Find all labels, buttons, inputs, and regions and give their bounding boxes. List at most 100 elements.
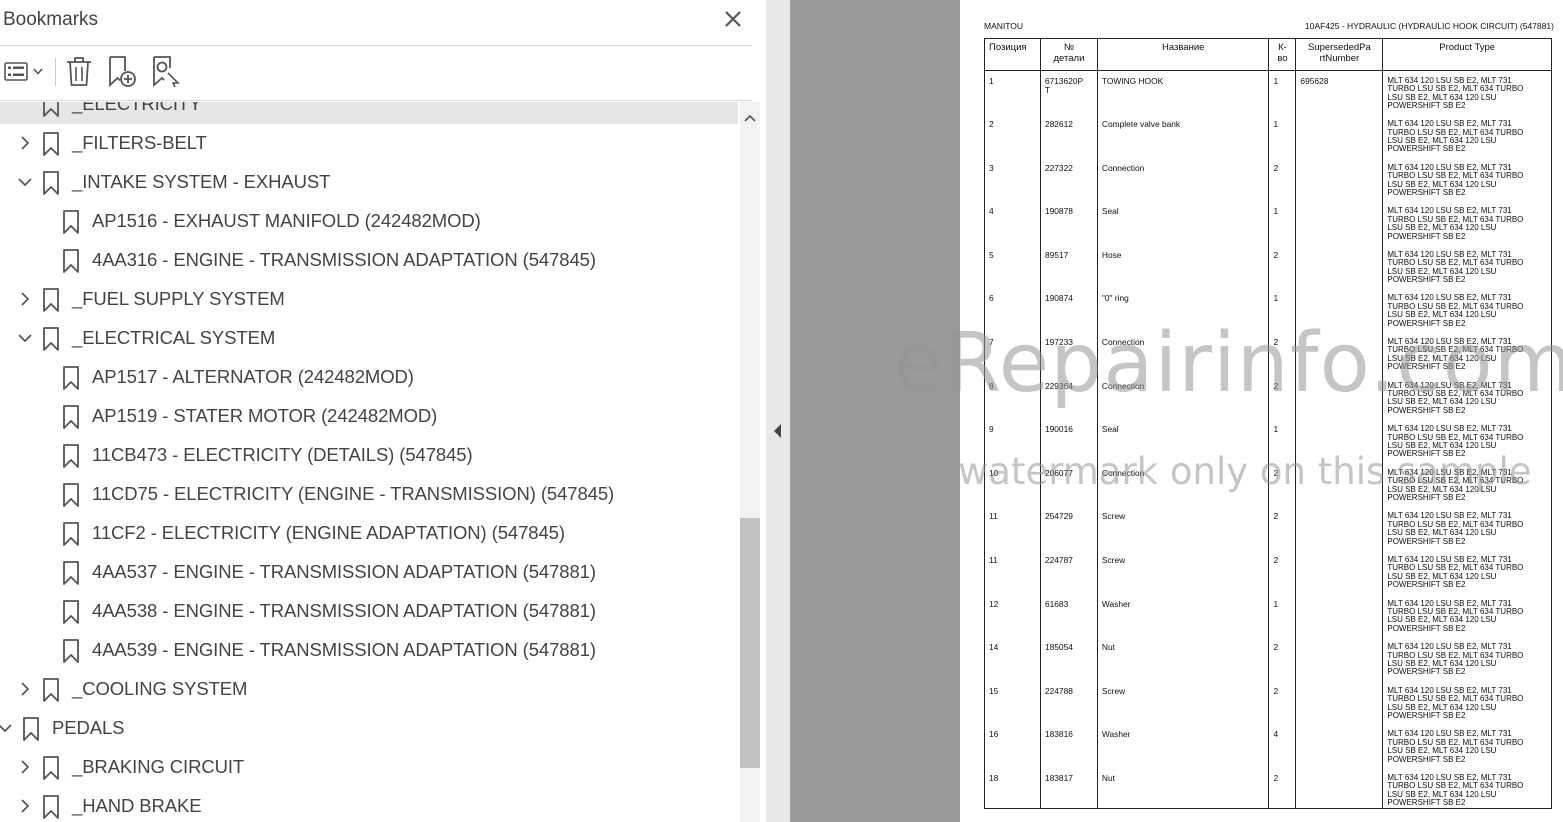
cell-superseded: 695628: [1295, 70, 1384, 115]
cell-name: Connection: [1096, 332, 1270, 376]
cell-superseded: [1295, 332, 1384, 376]
table-row: 1 6713620P T TOWING HOOK 1 695628 MLT 634 120 …: [984, 70, 1552, 115]
cell-superseded: [1295, 375, 1384, 420]
panel-splitter[interactable]: [766, 0, 790, 822]
bookmark-item[interactable]: PEDALS: [0, 709, 738, 748]
options-menu-icon[interactable]: [4, 54, 46, 88]
cell-name: Nut: [1096, 768, 1270, 809]
cell-superseded: [1295, 244, 1384, 289]
cell-superseded: [1295, 419, 1384, 463]
cell-superseded: [1295, 201, 1384, 245]
bookmark-item[interactable]: _ELECTRICAL SYSTEM: [0, 319, 738, 358]
column-header-label: К-во: [1277, 42, 1288, 64]
bookmarks-scroll-thumb[interactable]: [740, 518, 760, 768]
chevron-right-icon[interactable]: [18, 291, 32, 307]
bookmark-item[interactable]: _ELECTRICITY: [0, 102, 738, 124]
bookmark-item[interactable]: _HAND BRAKE: [0, 787, 738, 822]
page-header-title: 10AF425 - HYDRAULIC (HYDRAULIC HOOK CIRC…: [1305, 21, 1554, 31]
cell-name: Connection: [1096, 157, 1270, 202]
chevron-down-icon[interactable]: [18, 330, 32, 346]
bookmark-label: 4AA538 - ENGINE - TRANSMISSION ADAPTATIO…: [92, 600, 596, 621]
bookmark-item[interactable]: 11CB473 - ELECTRICITY (DETAILS) (547845): [0, 436, 738, 475]
bookmark-list: _ELECTRICITY _FILTERS-BELT _INTAKE SYSTEM …: [0, 102, 738, 822]
table-row: 12 61683 Washer 1 MLT 634 120 LSU SB E2, MLT…: [984, 593, 1552, 638]
bookmark-icon: [63, 600, 79, 624]
bookmarks-scrollbar[interactable]: [740, 102, 760, 822]
document-viewer[interactable]: MANITOU 10AF425 - HYDRAULIC (HYDRAULIC H…: [790, 0, 1563, 822]
cell-superseded: [1295, 550, 1384, 594]
bookmark-label: AP1517 - ALTERNATOR (242482MOD): [92, 366, 414, 387]
scroll-up-arrow-icon[interactable]: [740, 110, 760, 126]
chevron-right-icon[interactable]: [18, 759, 32, 775]
bookmark-label: 4AA537 - ENGINE - TRANSMISSION ADAPTATIO…: [92, 561, 596, 582]
bookmark-label: _BRAKING CIRCUIT: [72, 756, 245, 777]
cell-superseded: [1295, 637, 1384, 681]
bookmark-item[interactable]: 4AA316 - ENGINE - TRANSMISSION ADAPTATIO…: [0, 241, 738, 280]
cell-position: 9: [984, 419, 1041, 463]
bookmark-item[interactable]: 4AA537 - ENGINE - TRANSMISSION ADAPTATIO…: [0, 553, 738, 592]
bookmark-item[interactable]: AP1517 - ALTERNATOR (242482MOD): [0, 358, 738, 397]
cell-part-number: 227322: [1039, 157, 1098, 202]
cell-part-number: 190878: [1039, 201, 1098, 245]
cell-name: Connection: [1096, 375, 1270, 420]
cell-quantity: 2: [1268, 332, 1297, 376]
bookmark-label: PEDALS: [52, 717, 125, 738]
cell-name: Connection: [1096, 462, 1270, 507]
chevron-right-icon[interactable]: [18, 135, 32, 151]
close-icon[interactable]: [720, 6, 746, 32]
bookmark-label: _FUEL SUPPLY SYSTEM: [72, 288, 285, 309]
bookmark-item[interactable]: _FILTERS-BELT: [0, 124, 738, 163]
chevron-down-icon[interactable]: [0, 720, 12, 736]
bookmark-icon: [43, 132, 59, 156]
cell-name: Screw: [1096, 550, 1270, 594]
bookmark-item[interactable]: AP1519 - STATER MOTOR (242482MOD): [0, 397, 738, 436]
collapse-panel-arrow-icon[interactable]: [773, 423, 783, 439]
cell-quantity: 2: [1268, 462, 1297, 507]
bookmark-label: _INTAKE SYSTEM - EXHAUST: [72, 171, 331, 192]
bookmark-item[interactable]: 11CD75 - ELECTRICITY (ENGINE - TRANSMISS…: [0, 475, 738, 514]
bookmark-icon: [63, 444, 79, 468]
cell-superseded: [1295, 680, 1384, 725]
bookmark-icon: [43, 756, 59, 780]
cell-product-type: MLT 634 120 LSU SB E2, MLT 731 TURBO LSU …: [1382, 768, 1552, 809]
cell-position: 5: [984, 244, 1041, 289]
chevron-down-icon[interactable]: [18, 174, 32, 190]
cell-part-number: 282612: [1039, 114, 1098, 158]
chevron-right-icon[interactable]: [18, 798, 32, 814]
cell-position: 18: [984, 768, 1041, 809]
bookmark-item[interactable]: _COOLING SYSTEM: [0, 670, 738, 709]
column-header-label: Позиция: [989, 42, 1027, 53]
bookmark-icon: [23, 717, 39, 741]
cell-quantity: 2: [1268, 157, 1297, 202]
new-bookmark-icon[interactable]: [106, 54, 138, 88]
bookmark-item[interactable]: 4AA538 - ENGINE - TRANSMISSION ADAPTATIO…: [0, 592, 738, 631]
table-row: 14 185054 Nut 2 MLT 634 120 LSU SB E2, MLT 7…: [984, 637, 1552, 681]
bookmark-item[interactable]: AP1516 - EXHAUST MANIFOLD (242482MOD): [0, 202, 738, 241]
cell-position: 16: [984, 724, 1041, 768]
table-row: 8 229364 Connection 2 MLT 634 120 LSU SB E2,…: [984, 375, 1552, 420]
column-header-label: Product Type: [1439, 42, 1496, 53]
page-header-brand: MANITOU: [984, 21, 1024, 31]
chevron-right-icon[interactable]: [18, 681, 32, 697]
bookmark-icon: [63, 210, 79, 234]
cell-part-number: 190016: [1039, 419, 1098, 463]
cell-quantity: 2: [1268, 637, 1297, 681]
trash-icon[interactable]: [64, 54, 94, 88]
toolbar-divider: [55, 58, 56, 86]
column-header-superseded: SupersededPa rtNumber: [1295, 38, 1384, 71]
bookmark-item[interactable]: 4AA539 - ENGINE - TRANSMISSION ADAPTATIO…: [0, 631, 738, 670]
cell-part-number: 229364: [1039, 375, 1098, 420]
cell-quantity: 1: [1268, 70, 1297, 115]
bookmark-label: 11CB473 - ELECTRICITY (DETAILS) (547845): [92, 444, 473, 465]
cell-quantity: 1: [1268, 593, 1297, 638]
bookmark-icon: [63, 249, 79, 273]
table-row: 5 89517 Hose 2 MLT 634 120 LSU SB E2, MLT 73…: [984, 244, 1552, 289]
bookmark-label: _COOLING SYSTEM: [72, 678, 248, 699]
bookmark-label: AP1519 - STATER MOTOR (242482MOD): [92, 405, 438, 426]
bookmark-item[interactable]: _BRAKING CIRCUIT: [0, 748, 738, 787]
find-bookmark-icon[interactable]: [150, 54, 182, 88]
bookmark-item[interactable]: _FUEL SUPPLY SYSTEM: [0, 280, 738, 319]
bookmark-item[interactable]: _INTAKE SYSTEM - EXHAUST: [0, 163, 738, 202]
bookmark-item[interactable]: 11CF2 - ELECTRICITY (ENGINE ADAPTATION) …: [0, 514, 738, 553]
bookmark-label: _FILTERS-BELT: [72, 132, 207, 153]
